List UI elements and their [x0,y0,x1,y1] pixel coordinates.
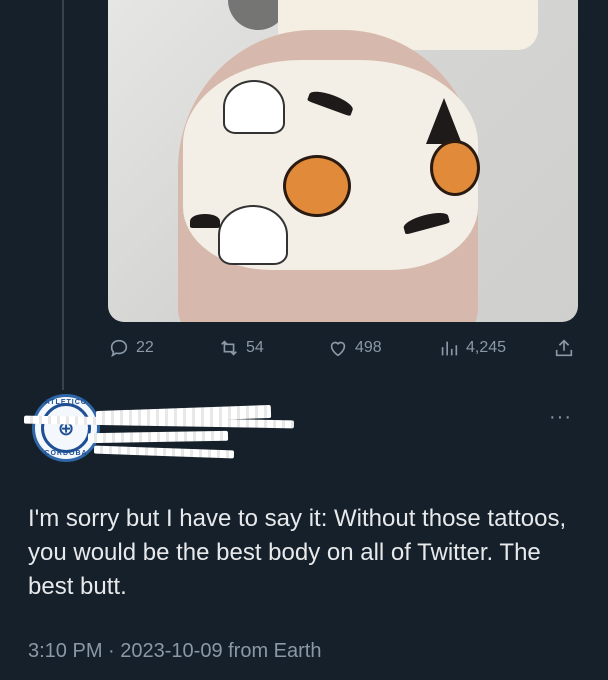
share-button[interactable] [553,337,575,359]
reply-tweet-text: I'm sorry but I have to say it: Without … [28,505,567,600]
retweet-icon [221,340,237,356]
avatar-bottom-text: CORDOBA [44,450,88,457]
share-icon [555,339,573,357]
like-button[interactable]: 498 [327,337,382,359]
pumpkin-print [430,140,480,196]
witch-hat-print [426,98,462,144]
views-count: 4,245 [466,339,507,356]
reply-header: ATLETICO ⊕ CORDOBA ··· [18,388,590,468]
club-crest-icon: ⊕ [41,403,91,453]
ghost-print [223,80,285,134]
retweet-button[interactable]: 54 [218,337,264,359]
avatar[interactable]: ATLETICO ⊕ CORDOBA [32,394,100,462]
redaction-scribble [93,445,235,459]
like-count: 498 [355,339,382,356]
more-options-icon[interactable]: ··· [549,406,572,429]
reply-count: 22 [136,339,154,356]
redacted-handle [87,430,229,444]
bat-print [190,214,220,228]
reply-button[interactable]: 22 [108,337,154,359]
views-button[interactable]: 4,245 [438,337,506,359]
reply-icon [110,339,128,358]
tweet-action-bar: 22 54 498 4,245 [108,333,578,363]
avatar-top-text: ATLETICO [44,399,88,406]
tweet-timestamp[interactable]: 3:10 PM · 2023-10-09 from Earth [28,640,321,663]
pumpkin-print [283,155,351,217]
heart-icon [330,341,346,357]
views-bar-chart-icon [441,341,458,356]
thread-connector-line [62,0,64,390]
ghost-cat-print [218,205,288,265]
retweet-count: 54 [246,339,264,356]
tweet-media-image[interactable] [108,0,578,322]
